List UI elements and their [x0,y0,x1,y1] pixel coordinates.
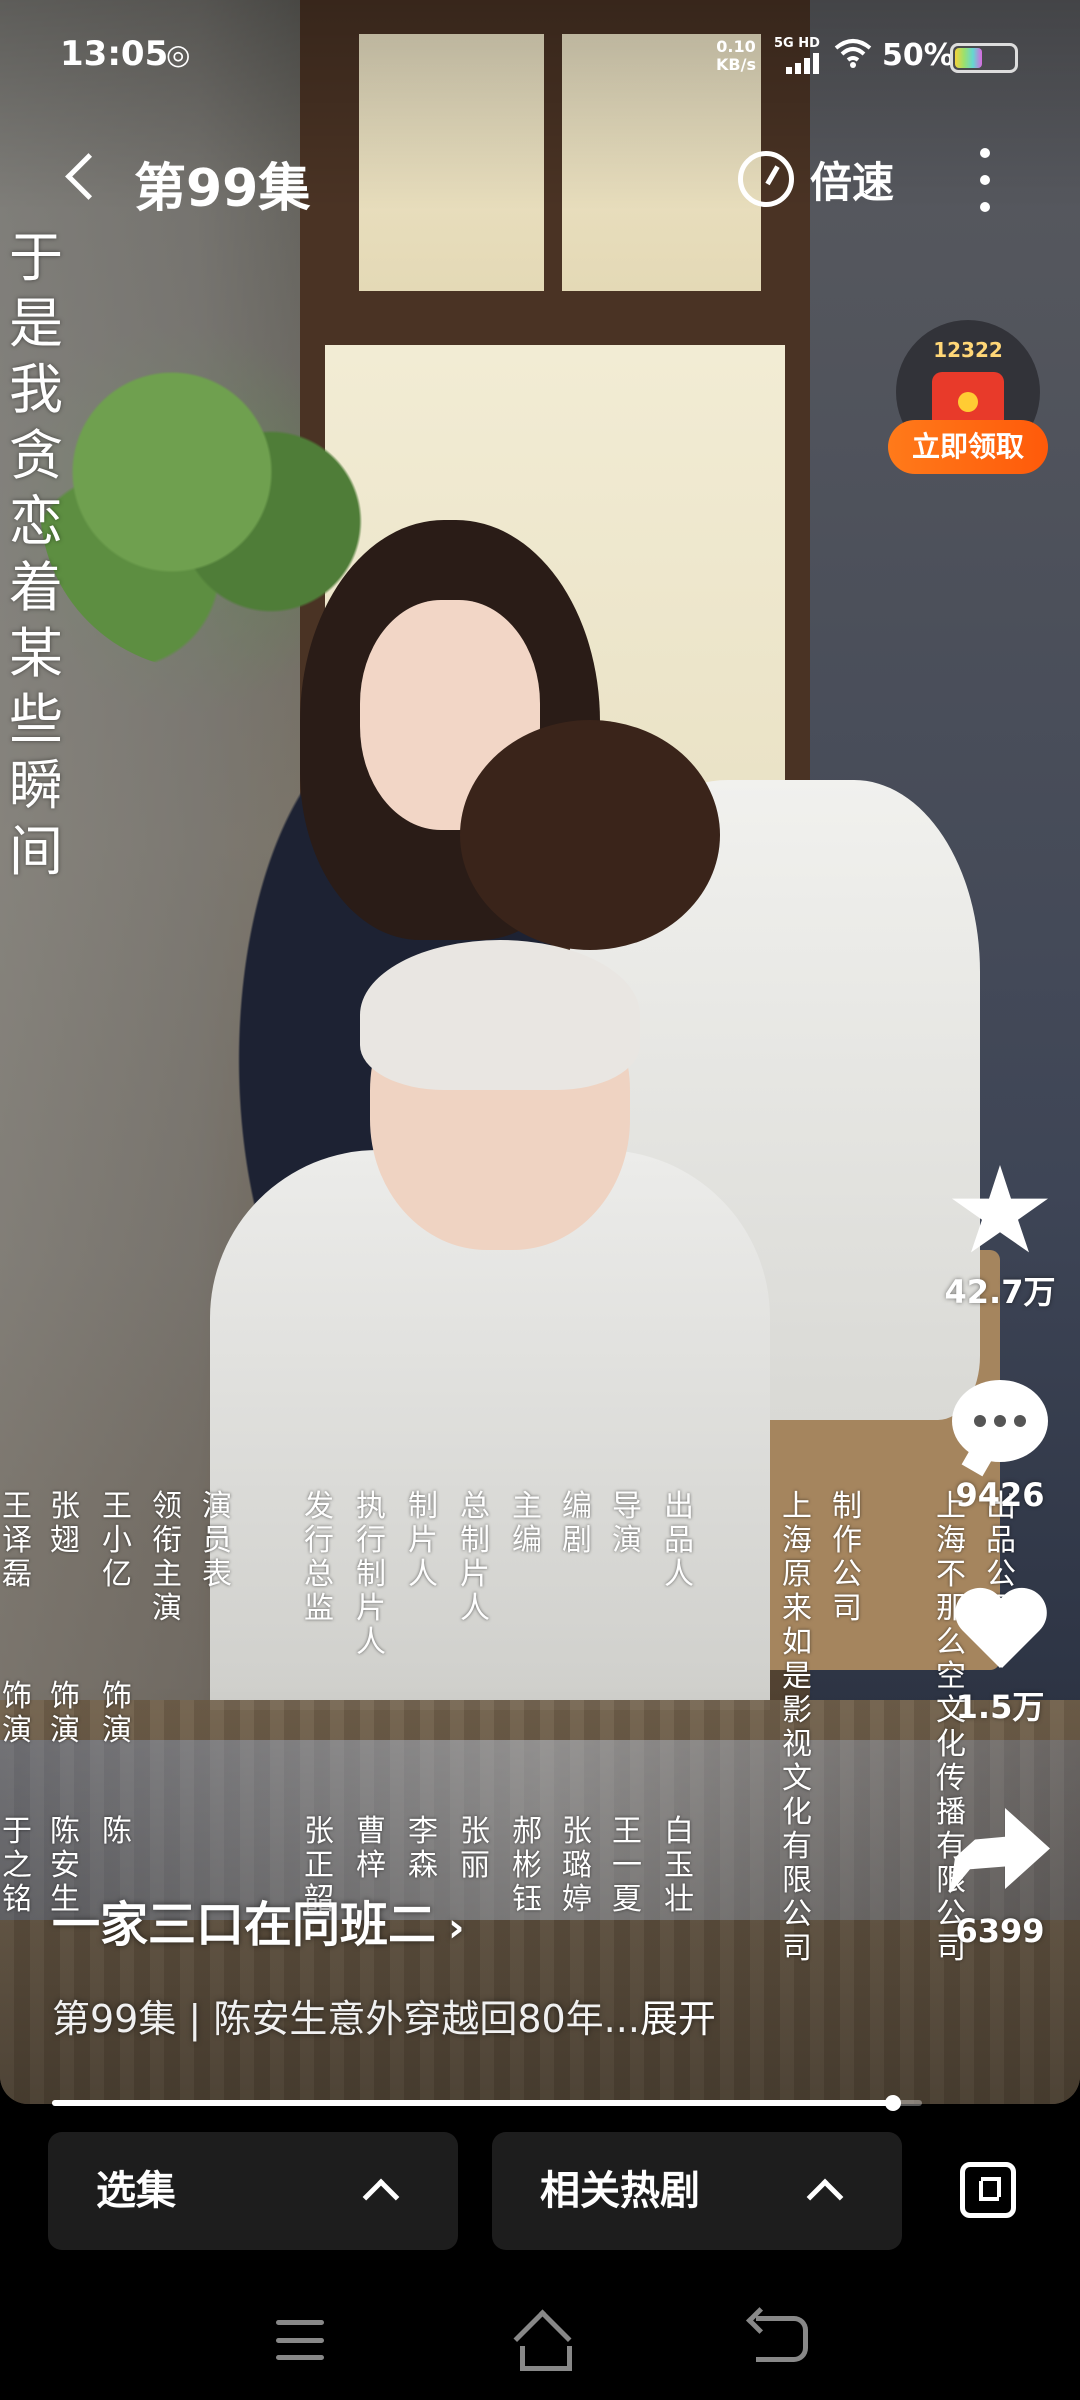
comment-icon[interactable] [952,1380,1048,1462]
expand-button[interactable]: 展开 [640,1997,716,2041]
credit-name: 李森 [408,1814,438,1883]
credit-company-name: 上海原来如是影视文化有限公司 [782,1489,812,1966]
credit-name: 张丽 [460,1814,490,1883]
battery-fill [955,48,982,68]
credit-name: 白玉壮 [664,1814,694,1917]
back-nav-icon[interactable] [756,2316,808,2362]
heart-icon[interactable] [952,1590,1048,1676]
credit-name: 王一夏 [612,1814,642,1917]
credit-actor: 王译磊 [2,1489,32,1592]
menu-icon[interactable] [276,2320,324,2360]
credit-company-label: 制作公司 [832,1489,862,1626]
related-label: 相关热剧 [540,2168,700,2214]
status-time: 13:05 [60,34,169,74]
share-action[interactable]: 6399 [940,1808,1060,1950]
top-bar: 第99集 倍速 [0,130,1080,230]
video-player[interactable] [0,0,1080,2104]
favorite-action[interactable]: 42.7万 [940,1165,1060,1313]
credit-title: 主编 [512,1489,542,1558]
chevron-up-icon [806,2178,844,2216]
network-speed-value: 0.10 [716,37,756,56]
wifi-icon [834,39,872,68]
show-title-link[interactable]: 一家三口在同班二 › [52,1885,465,1955]
credit-title: 导演 [612,1489,642,1558]
battery-percent: 50% [882,38,954,73]
credit-role-prefix: 饰演 [50,1679,80,1748]
credit-header: 领衔主演 [152,1489,182,1626]
credit-role-prefix: 饰演 [2,1679,32,1748]
signal-label: 5G HD [774,36,820,51]
comment-action[interactable]: 9426 [940,1380,1060,1514]
credit-title: 制片人 [408,1489,438,1592]
like-count: 1.5万 [955,1688,1045,1726]
share-count: 6399 [955,1912,1045,1950]
related-dramas-button[interactable]: 相关热剧 [492,2132,902,2250]
subtitle-lyric: 于是我贪恋着某些瞬间 [9,226,63,883]
status-bar: 13:05 ◎ 0.10 KB/s 5G HD 50% [0,0,1080,110]
playback-progress-bar[interactable] [52,2095,922,2111]
signal-icon [786,52,822,74]
credit-title: 总制片人 [460,1489,490,1626]
credit-title: 执行制片人 [356,1489,386,1660]
speed-label: 倍速 [810,157,895,207]
credit-name: 张璐婷 [562,1814,592,1917]
red-packet-widget[interactable]: 12322 立即领取 [888,320,1048,480]
system-nav-bar [0,2290,1080,2400]
credit-actor: 张翅 [50,1489,80,1558]
scene-vignette [0,0,1080,2104]
progress-knob[interactable] [885,2095,902,2111]
episodes-button[interactable]: 选集 [48,2132,458,2250]
claim-button[interactable]: 立即领取 [888,420,1048,474]
comment-count: 9426 [955,1476,1045,1514]
progress-fill [52,2100,894,2106]
credit-role-prefix: 饰演 [102,1679,132,1748]
credit-title: 出品人 [664,1489,694,1592]
credit-name: 曹梓 [356,1814,386,1883]
show-title: 一家三口在同班二 [52,1897,437,1953]
network-speed-unit: KB/s [716,55,756,74]
episode-description[interactable]: 第99集 | 陈安生意外穿越回80年...展开 [52,1988,716,2043]
star-icon[interactable] [952,1165,1048,1253]
credit-role: 陈 [102,1814,132,1849]
description-text: 第99集 | 陈安生意外穿越回80年... [52,1997,640,2041]
chevron-right-icon: › [448,1905,465,1951]
red-packet-count: 12322 [933,338,1003,362]
back-button[interactable] [58,148,108,208]
battery-icon [950,43,1018,73]
credit-name: 郝彬钰 [512,1814,542,1917]
credit-header: 演员表 [202,1489,232,1592]
credit-title: 发行总监 [304,1489,334,1626]
more-button[interactable] [970,148,1000,212]
timer-icon [738,151,794,207]
share-icon[interactable] [950,1808,1050,1894]
credit-title: 编剧 [562,1489,592,1558]
chevron-up-icon [362,2178,400,2216]
fullscreen-icon[interactable] [960,2162,1016,2218]
episodes-label: 选集 [96,2168,176,2214]
episode-title: 第99集 [134,159,311,219]
network-speed: 0.10 KB/s [716,38,756,74]
speed-button[interactable]: 倍速 [738,144,894,214]
home-icon[interactable] [512,2316,572,2371]
favorite-count: 42.7万 [944,1273,1056,1311]
weibo-notification-icon: ◎ [166,38,191,71]
credit-role: 于之铭 [2,1814,32,1917]
like-action[interactable]: 1.5万 [940,1590,1060,1728]
credit-actor: 王小亿 [102,1489,132,1592]
